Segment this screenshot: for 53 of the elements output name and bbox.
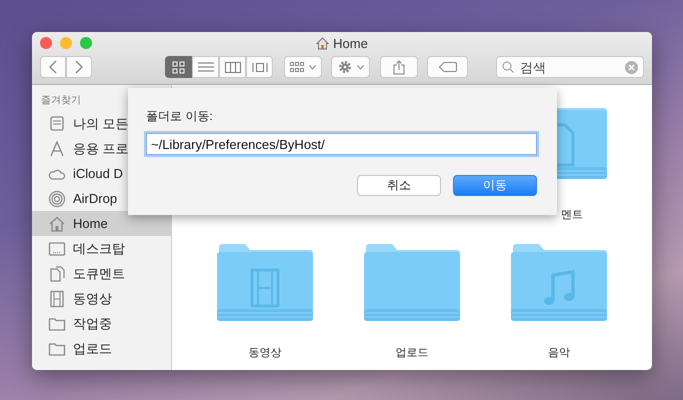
forward-icon <box>75 60 83 74</box>
monitor-icon <box>48 240 66 258</box>
share-button[interactable] <box>380 56 418 78</box>
house-icon <box>48 214 66 232</box>
folder-icon[interactable] <box>364 243 460 323</box>
tag-button[interactable] <box>427 56 468 78</box>
rings-icon <box>48 190 66 208</box>
folder-label: 음악 <box>548 346 570 360</box>
tag-icon <box>438 62 456 72</box>
sidebar-item[interactable]: 작업중 <box>32 311 171 336</box>
sidebar-item[interactable]: 동영상 <box>32 286 171 311</box>
grid-icon <box>290 62 305 72</box>
film-folder-icon[interactable] <box>217 243 313 323</box>
path-field[interactable]: ~/Library/Preferences/ByHost/ <box>146 133 537 155</box>
clear-icon[interactable] <box>625 60 638 74</box>
sidebar-item[interactable]: 업로드 <box>32 336 171 361</box>
document-icon <box>48 264 66 282</box>
field-label: 폴더로 이동: <box>146 108 214 125</box>
sidebar-header: 즐겨찾기 <box>40 94 82 108</box>
caret-icon <box>356 64 364 70</box>
view-mode-button[interactable] <box>219 56 246 78</box>
sidebar-item[interactable]: 도큐멘트 <box>32 261 171 286</box>
gear-icon <box>338 60 352 74</box>
view-mode-button[interactable] <box>192 56 219 78</box>
share-icon <box>393 60 405 74</box>
columns-icon <box>224 60 240 74</box>
forward-button[interactable] <box>66 56 92 78</box>
house-icon <box>316 36 330 50</box>
search-field[interactable]: 검색 <box>518 58 621 76</box>
zoom-button[interactable] <box>80 37 92 49</box>
view-mode-button[interactable] <box>165 56 192 78</box>
app-icon <box>48 140 66 158</box>
close-button[interactable] <box>40 37 52 49</box>
cancel-button[interactable]: 취소 <box>357 175 441 196</box>
folder-label: 동영상 <box>248 346 282 360</box>
search-field[interactable]: 검색 <box>496 56 644 78</box>
folder-label: 멘트 <box>561 208 583 222</box>
film-icon <box>48 290 66 308</box>
drawer-icon <box>48 114 66 132</box>
back-icon <box>49 60 57 74</box>
sidebar-item[interactable]: 데스크탑 <box>32 236 171 261</box>
back-button[interactable] <box>40 56 66 78</box>
sidebar-item[interactable]: Home <box>32 211 171 236</box>
search-icon <box>502 61 514 73</box>
view-mode-button[interactable] <box>246 56 273 78</box>
arrange-button[interactable] <box>284 56 322 78</box>
action-button[interactable] <box>331 56 370 78</box>
caret-icon <box>309 64 316 70</box>
window-title: Home <box>333 36 368 50</box>
folder-label: 업로드 <box>396 346 428 360</box>
music-folder-icon[interactable] <box>511 243 607 323</box>
grid-icon <box>170 60 186 74</box>
list-icon <box>198 60 214 74</box>
